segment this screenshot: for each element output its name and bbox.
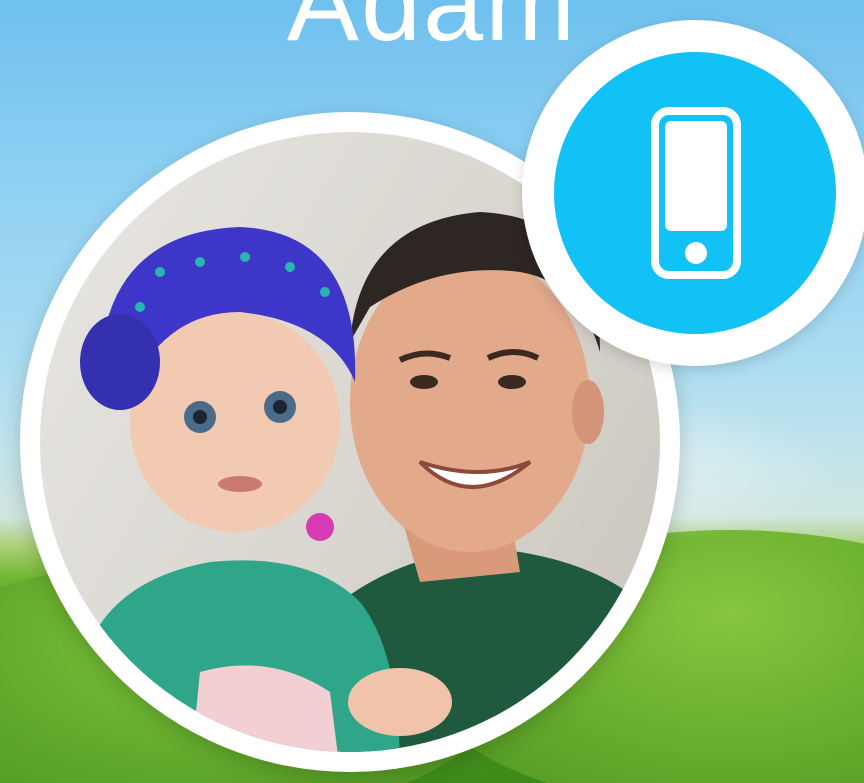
call-button[interactable] xyxy=(522,20,864,366)
phone-icon xyxy=(651,107,741,279)
call-button-circle[interactable] xyxy=(554,52,836,334)
contact-screen: Adam xyxy=(0,0,864,783)
